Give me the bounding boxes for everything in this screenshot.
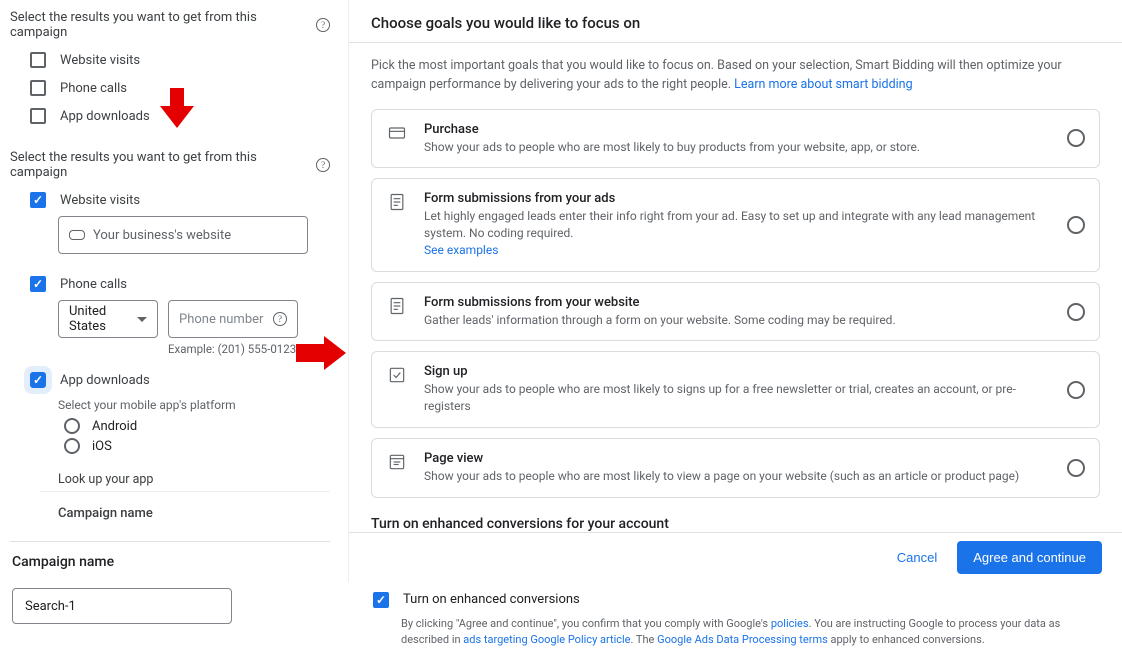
- policies-link[interactable]: policies: [771, 617, 809, 630]
- goal-radio[interactable]: [1067, 381, 1085, 399]
- enhanced-title: Turn on enhanced conversions for your ac…: [371, 516, 1100, 532]
- agree-continue-button[interactable]: Agree and continue: [957, 541, 1102, 574]
- radio-android[interactable]: Android: [64, 418, 330, 434]
- enhanced-toggle[interactable]: Turn on enhanced conversions: [371, 592, 1100, 608]
- goal-radio[interactable]: [1067, 129, 1085, 147]
- checkbox-app-downloads-b[interactable]: App downloads: [30, 368, 330, 392]
- goal-purchase[interactable]: Purchase Show your ads to people who are…: [371, 109, 1100, 169]
- goal-form-ads[interactable]: Form submissions from your ads Let highl…: [371, 178, 1100, 271]
- goal-pageview[interactable]: Page view Show your ads to people who ar…: [371, 438, 1100, 498]
- country-select[interactable]: United States: [58, 300, 158, 338]
- campaign-name-header-inline: Campaign name: [58, 506, 330, 521]
- see-examples-link[interactable]: See examples: [424, 243, 498, 257]
- goals-subtitle: Pick the most important goals that you w…: [371, 57, 1100, 95]
- radio-ios[interactable]: iOS: [64, 438, 330, 454]
- campaign-name-header: Campaign name: [12, 554, 330, 570]
- page-icon: [386, 451, 408, 473]
- checkbox-app-downloads-a[interactable]: App downloads: [30, 104, 330, 128]
- checkbox-website-visits-b[interactable]: Website visits: [30, 188, 330, 212]
- platform-label: Select your mobile app's platform: [58, 398, 330, 412]
- website-input[interactable]: Your business's website: [58, 216, 308, 254]
- lookup-app[interactable]: Look up your app: [58, 472, 330, 487]
- link-icon: [69, 230, 85, 240]
- goal-signup[interactable]: Sign up Show your ads to people who are …: [371, 351, 1100, 428]
- form-icon: [386, 295, 408, 317]
- checkbox-phone-calls-a[interactable]: Phone calls: [30, 76, 330, 100]
- policy-article-link[interactable]: ads targeting Google Policy article: [463, 633, 630, 646]
- data-processing-link[interactable]: Google Ads Data Processing terms: [657, 633, 828, 646]
- checkbox-phone-calls-b[interactable]: Phone calls: [30, 272, 330, 296]
- phone-example: Example: (201) 555-0123: [168, 342, 330, 356]
- check-icon: [386, 364, 408, 386]
- campaign-name-input[interactable]: Search-1: [12, 588, 232, 624]
- goals-title: Choose goals you would like to focus on: [371, 14, 1100, 32]
- cancel-button[interactable]: Cancel: [891, 542, 943, 573]
- smart-bidding-link[interactable]: Learn more about smart bidding: [734, 77, 912, 92]
- help-icon[interactable]: ?: [316, 18, 330, 32]
- chevron-down-icon: [137, 317, 147, 322]
- credit-card-icon: [386, 122, 408, 144]
- results-label-2: Select the results you want to get from …: [10, 150, 330, 180]
- goal-form-website[interactable]: Form submissions from your website Gathe…: [371, 282, 1100, 342]
- form-icon: [386, 191, 408, 213]
- legal-text: By clicking "Agree and continue", you co…: [401, 616, 1100, 649]
- help-icon[interactable]: ?: [273, 312, 287, 326]
- goal-radio[interactable]: [1067, 303, 1085, 321]
- results-label-1: Select the results you want to get from …: [10, 10, 330, 40]
- phone-input[interactable]: Phone number ?: [168, 300, 298, 338]
- checkbox-website-visits-a[interactable]: Website visits: [30, 48, 330, 72]
- help-icon[interactable]: ?: [316, 158, 330, 172]
- goal-radio[interactable]: [1067, 459, 1085, 477]
- goal-radio[interactable]: [1067, 216, 1085, 234]
